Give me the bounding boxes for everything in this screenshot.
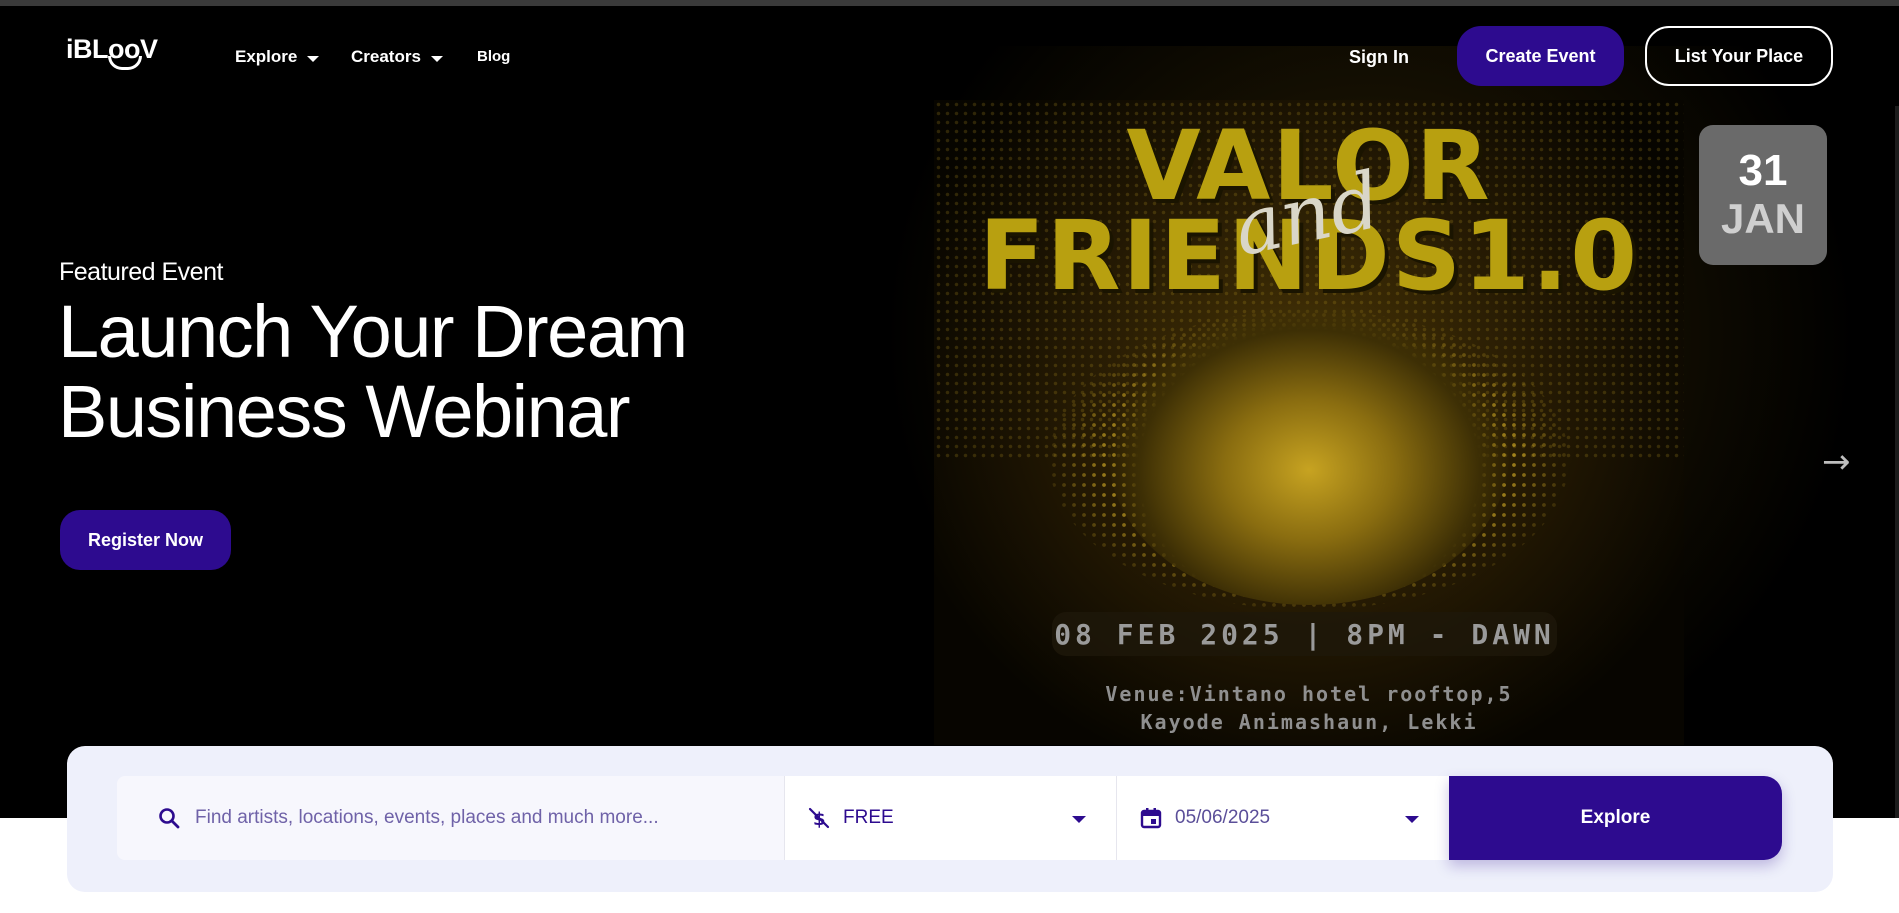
price-value: FREE xyxy=(843,807,894,828)
poster-date-line: 08 FEB 2025 | 8PM - DAWN xyxy=(1052,612,1557,656)
search-icon xyxy=(159,808,180,829)
nav-creators[interactable]: Creators xyxy=(351,47,443,67)
chevron-down-icon xyxy=(307,55,320,62)
event-poster[interactable]: VALOR FRIENDS1.0 and 08 FEB 2025 | 8PM -… xyxy=(934,100,1684,745)
poster-venue-line-1: Venue:Vintano hotel rooftop,5 xyxy=(1105,682,1513,706)
create-event-button[interactable]: Create Event xyxy=(1457,26,1624,86)
sign-in-link[interactable]: Sign In xyxy=(1349,47,1409,68)
price-select[interactable]: $ FREE xyxy=(784,776,1116,860)
arrow-right-icon[interactable]: → xyxy=(1822,442,1851,482)
date-picker[interactable]: 05/06/2025 xyxy=(1116,776,1449,860)
date-value: 05/06/2025 xyxy=(1175,807,1271,828)
no-money-icon: $ xyxy=(808,807,830,830)
nav-creators-label: Creators xyxy=(351,47,421,66)
hero-title-line-1: Launch Your Dream xyxy=(58,290,688,373)
event-date-badge: 31 JAN xyxy=(1699,125,1827,265)
explore-button[interactable]: Explore xyxy=(1449,776,1782,860)
register-now-button[interactable]: Register Now xyxy=(60,510,231,570)
hero-title-line-2: Business Webinar xyxy=(58,370,631,453)
list-your-place-button[interactable]: List Your Place xyxy=(1645,26,1833,86)
search-input[interactable]: Find artists, locations, events, places … xyxy=(117,776,784,860)
hero-title: Launch Your Dream Business Webinar xyxy=(58,292,818,452)
featured-event-label: Featured Event xyxy=(59,258,223,286)
chevron-down-icon xyxy=(1072,816,1086,823)
scrollbar-track[interactable] xyxy=(1895,106,1899,818)
poster-venue: Venue:Vintano hotel rooftop,5 Kayode Ani… xyxy=(1024,680,1594,736)
chevron-down-icon xyxy=(430,55,443,62)
nav-blog[interactable]: Blog xyxy=(477,48,510,65)
nav-explore[interactable]: Explore xyxy=(235,47,320,67)
date-badge-month: JAN xyxy=(1720,195,1806,242)
chevron-down-icon xyxy=(1405,816,1419,823)
dj-headphones-illustration xyxy=(1109,305,1509,605)
calendar-icon xyxy=(1140,808,1162,829)
poster-venue-line-2: Kayode Animashaun, Lekki xyxy=(1140,710,1478,734)
nav-explore-label: Explore xyxy=(235,47,298,66)
search-placeholder: Find artists, locations, events, places … xyxy=(195,807,659,828)
date-badge-day: 31 xyxy=(1738,146,1788,195)
nav-blog-label: Blog xyxy=(477,48,511,65)
